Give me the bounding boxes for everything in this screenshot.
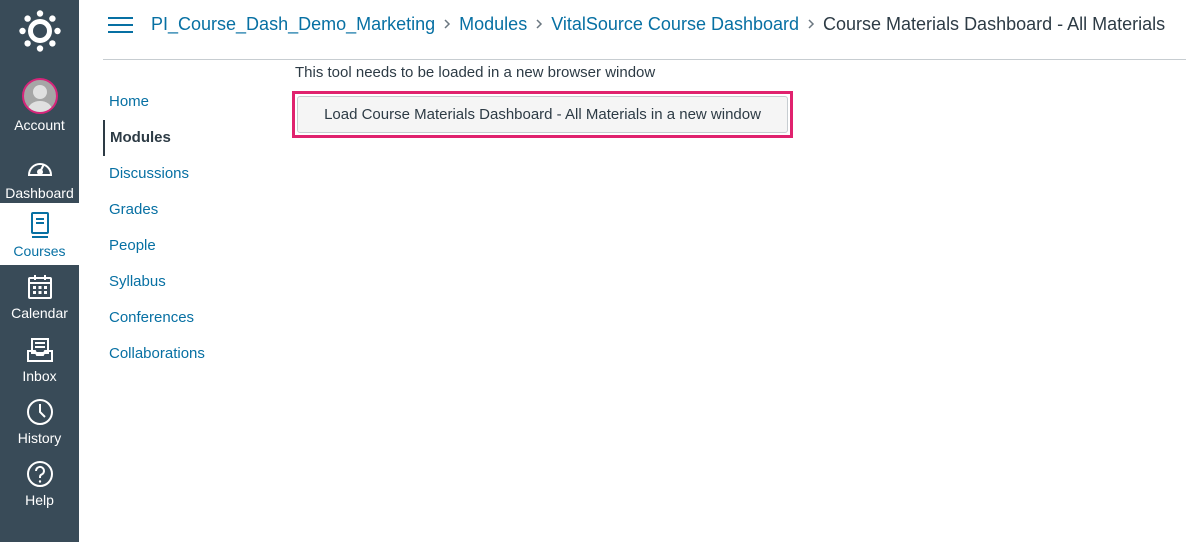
nav-help-label: Help xyxy=(25,492,54,508)
course-menu-toggle-icon[interactable] xyxy=(108,14,134,36)
chevron-right-icon xyxy=(527,18,551,30)
course-nav-conferences[interactable]: Conferences xyxy=(103,300,273,336)
chevron-right-icon xyxy=(435,18,459,30)
nav-courses[interactable]: Courses xyxy=(0,203,79,265)
breadcrumb-course[interactable]: PI_Course_Dash_Demo_Marketing xyxy=(151,14,435,35)
course-nav-syllabus[interactable]: Syllabus xyxy=(103,264,273,300)
nav-account[interactable]: Account xyxy=(0,78,79,133)
breadcrumb-modules[interactable]: Modules xyxy=(459,14,527,35)
course-nav-grades[interactable]: Grades xyxy=(103,192,273,228)
nav-help[interactable]: Help xyxy=(0,459,79,508)
nav-inbox-label: Inbox xyxy=(22,368,57,384)
nav-history[interactable]: History xyxy=(0,397,79,446)
course-nav-collaborations[interactable]: Collaborations xyxy=(103,336,273,372)
course-nav-modules[interactable]: Modules xyxy=(103,120,273,156)
avatar xyxy=(21,78,58,114)
global-nav: Account Dashboard Courses Calendar Inbox… xyxy=(0,0,79,542)
calendar-icon xyxy=(25,272,55,302)
course-nav-people[interactable]: People xyxy=(103,228,273,264)
course-nav-discussions[interactable]: Discussions xyxy=(103,156,273,192)
canvas-logo-icon[interactable] xyxy=(0,0,79,62)
load-in-new-window-button[interactable]: Load Course Materials Dashboard - All Ma… xyxy=(297,96,788,133)
breadcrumb-current: Course Materials Dashboard - All Materia… xyxy=(823,13,1166,34)
dashboard-icon xyxy=(25,152,55,182)
nav-account-label: Account xyxy=(14,117,65,133)
inbox-icon xyxy=(25,335,55,365)
load-button-highlight: Load Course Materials Dashboard - All Ma… xyxy=(292,91,793,138)
course-nav: Home Modules Discussions Grades People S… xyxy=(103,84,273,372)
breadcrumb-vitalsource[interactable]: VitalSource Course Dashboard xyxy=(551,14,799,35)
nav-dashboard[interactable]: Dashboard xyxy=(0,152,79,201)
nav-courses-label: Courses xyxy=(13,243,66,259)
tool-message: This tool needs to be loaded in a new br… xyxy=(295,64,656,81)
history-icon xyxy=(25,397,55,427)
course-nav-home[interactable]: Home xyxy=(103,84,273,120)
nav-calendar[interactable]: Calendar xyxy=(0,272,79,321)
nav-history-label: History xyxy=(17,430,62,446)
courses-icon xyxy=(25,210,55,240)
nav-dashboard-label: Dashboard xyxy=(5,185,74,201)
help-icon xyxy=(25,459,55,489)
breadcrumb: PI_Course_Dash_Demo_Marketing Modules Vi… xyxy=(151,12,1165,36)
nav-inbox[interactable]: Inbox xyxy=(0,335,79,384)
nav-calendar-label: Calendar xyxy=(11,305,68,321)
chevron-right-icon xyxy=(799,18,823,30)
header-divider xyxy=(103,59,1186,60)
